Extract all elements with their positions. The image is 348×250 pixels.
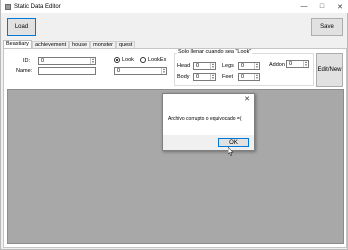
- look-radio[interactable]: [114, 57, 120, 63]
- name-label: Name:: [16, 68, 33, 74]
- body-field[interactable]: 0 ▲ ▼: [193, 73, 216, 81]
- addon-field[interactable]: 0 ▲ ▼: [286, 60, 309, 68]
- name-field[interactable]: [38, 67, 96, 75]
- id-spinner[interactable]: ▲ ▼: [90, 58, 95, 64]
- feet-label: Feet: [222, 74, 234, 80]
- dialog-message: Archivo corrupto o equivocado =(: [168, 116, 242, 122]
- spin-down-icon[interactable]: ▼: [255, 77, 259, 80]
- head-label: Head: [177, 63, 191, 69]
- lookex-radio[interactable]: [140, 57, 146, 63]
- head-value: 0: [196, 63, 200, 69]
- lookex-radio-label: LookEx: [148, 57, 167, 63]
- feet-value: 0: [241, 74, 245, 80]
- edit-new-button[interactable]: Edit/New: [316, 53, 343, 87]
- app-window: Static Data Editor — □ ✕ Load Save Beast…: [0, 0, 348, 250]
- head-spinner[interactable]: ▲ ▼: [210, 63, 215, 69]
- dialog-close-icon[interactable]: ✕: [244, 95, 250, 103]
- spin-down-icon[interactable]: ▼: [162, 71, 166, 74]
- id-value: 0: [41, 58, 45, 64]
- feet-field[interactable]: 0 ▲ ▼: [238, 73, 260, 81]
- look-value-field[interactable]: 0 ▲ ▼: [114, 67, 167, 75]
- window-controls: — □ ✕: [295, 0, 348, 13]
- spin-down-icon[interactable]: ▼: [211, 66, 215, 69]
- head-field[interactable]: 0 ▲ ▼: [193, 62, 216, 70]
- addon-spinner[interactable]: ▲ ▼: [303, 61, 308, 67]
- maximize-icon[interactable]: □: [313, 0, 331, 13]
- save-button[interactable]: Save: [311, 18, 343, 36]
- feet-spinner[interactable]: ▲ ▼: [254, 74, 259, 80]
- look-radio-label: Look: [122, 57, 134, 63]
- spin-down-icon[interactable]: ▼: [304, 64, 308, 67]
- legs-label: Legs: [222, 63, 234, 69]
- minimize-icon[interactable]: —: [295, 0, 313, 13]
- fill-note-label: Solo llenar cuando sea "Look": [177, 49, 253, 55]
- close-icon[interactable]: ✕: [331, 0, 348, 13]
- ok-button[interactable]: OK: [218, 138, 249, 147]
- legs-value: 0: [241, 63, 245, 69]
- id-field[interactable]: 0 ▲ ▼: [38, 57, 96, 65]
- legs-spinner[interactable]: ▲ ▼: [254, 63, 259, 69]
- addon-value: 0: [289, 61, 293, 67]
- mouse-pointer-icon: [228, 147, 234, 156]
- look-spinner[interactable]: ▲ ▼: [161, 68, 166, 74]
- legs-field[interactable]: 0 ▲ ▼: [238, 62, 260, 70]
- window-title: Static Data Editor: [14, 3, 61, 10]
- dialog-footer: OK: [163, 135, 254, 150]
- addon-label: Addon: [269, 62, 285, 68]
- look-value: 0: [117, 68, 121, 74]
- spin-down-icon[interactable]: ▼: [211, 77, 215, 80]
- error-dialog: ✕ Archivo corrupto o equivocado =( OK: [162, 93, 255, 151]
- body-spinner[interactable]: ▲ ▼: [210, 74, 215, 80]
- spin-down-icon[interactable]: ▼: [91, 61, 95, 64]
- body-label: Body: [177, 74, 190, 80]
- body-value: 0: [196, 74, 200, 80]
- load-button[interactable]: Load: [7, 18, 36, 36]
- spin-down-icon[interactable]: ▼: [255, 66, 259, 69]
- title-bar: Static Data Editor — □ ✕: [1, 0, 348, 13]
- id-label: ID:: [23, 58, 31, 64]
- app-icon: [5, 3, 11, 10]
